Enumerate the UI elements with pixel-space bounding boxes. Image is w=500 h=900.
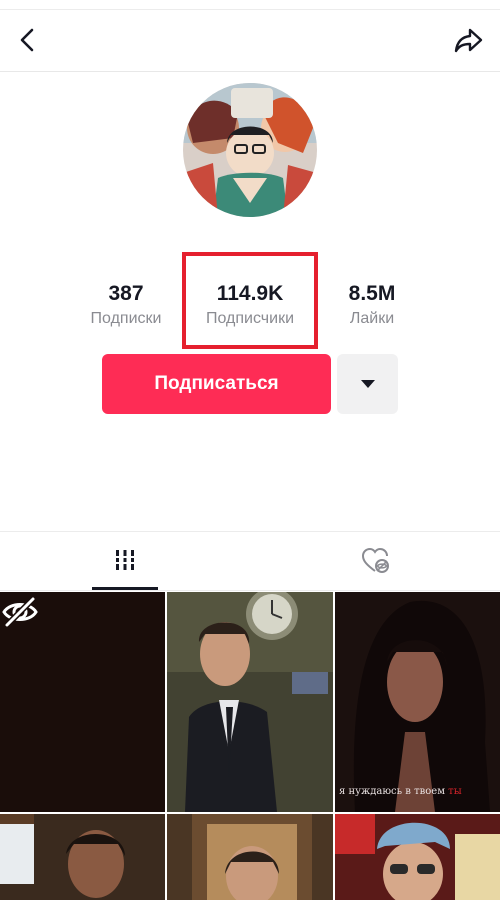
video-thumbnail-private[interactable]: [0, 592, 165, 812]
share-button[interactable]: [452, 24, 486, 56]
tab-liked[interactable]: [343, 532, 409, 590]
likes-count: 8.5M: [348, 282, 396, 305]
grid-bars-icon: [113, 549, 137, 570]
tab-videos[interactable]: [92, 532, 158, 590]
video-thumbnail[interactable]: [0, 814, 165, 900]
avatar-image: [183, 83, 317, 217]
share-arrow-icon: [454, 28, 483, 53]
status-bar-divider: [0, 0, 500, 10]
more-options-button[interactable]: [337, 354, 398, 414]
video-thumbnail-image: [0, 814, 165, 900]
video-thumbnail[interactable]: [167, 814, 333, 900]
video-thumbnail-image: [335, 592, 500, 812]
video-thumbnail-image: [167, 592, 333, 812]
followers-highlight-box: [182, 252, 318, 349]
heart-hidden-icon: [361, 547, 389, 573]
video-thumbnail[interactable]: [335, 814, 500, 900]
video-thumbnail[interactable]: [167, 592, 333, 812]
back-button[interactable]: [12, 24, 44, 56]
video-thumbnail-image: [167, 814, 333, 900]
likes-label: Лайки: [349, 310, 395, 327]
profile-tabs: [0, 531, 500, 591]
likes-stat[interactable]: 8.5M Лайки: [318, 280, 426, 330]
video-thumbnail-image: [335, 814, 500, 900]
following-label: Подписки: [90, 310, 162, 327]
back-arrow-icon: [20, 28, 34, 52]
caret-down-icon: [360, 380, 375, 388]
following-stat[interactable]: 387 Подписки: [72, 280, 180, 330]
follow-button[interactable]: Подписаться: [102, 354, 331, 414]
video-thumbnail[interactable]: я нуждаюсь в твоем ты: [335, 592, 500, 812]
video-grid: я нуждаюсь в твоем ты: [0, 592, 500, 900]
eye-off-icon: [2, 595, 38, 629]
top-nav-bar: [0, 10, 500, 72]
video-caption: я нуждаюсь в твоем ты: [339, 786, 462, 797]
following-count: 387: [108, 282, 144, 305]
avatar[interactable]: [183, 83, 317, 217]
